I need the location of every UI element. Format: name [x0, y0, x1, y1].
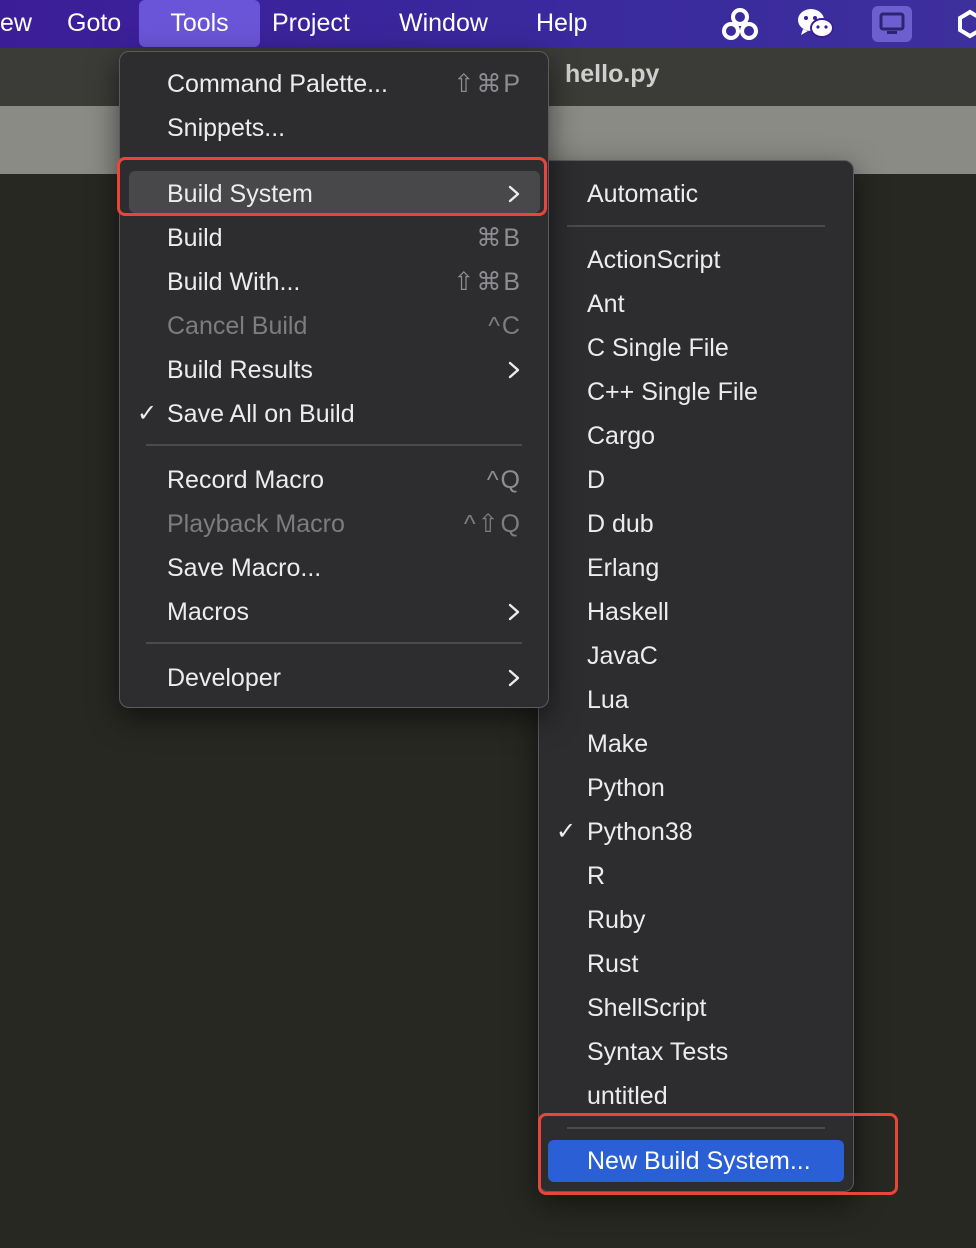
chevron-right-icon [508, 361, 520, 379]
menu-project[interactable]: Project [258, 0, 364, 47]
build-system-r[interactable]: R [539, 854, 853, 898]
build-system-actionscript[interactable]: ActionScript [539, 238, 853, 282]
menu-help[interactable]: Help [522, 0, 601, 47]
build-system-submenu: Automatic ActionScript Ant C Single File… [538, 160, 854, 1192]
playback-macro-item: Playback Macro ^⇧Q [167, 510, 522, 538]
checkmark-icon: ✓ [556, 818, 577, 845]
build-system-python[interactable]: Python [539, 766, 853, 810]
build-with-item[interactable]: Build With... ⇧⌘B [120, 260, 548, 304]
menu-separator [567, 225, 825, 227]
menu-goto[interactable]: Goto [53, 0, 135, 47]
macros-item[interactable]: Macros [120, 590, 548, 634]
menu-view[interactable]: ew [0, 0, 46, 47]
build-system-rust[interactable]: Rust [539, 942, 853, 986]
record-macro-item[interactable]: Record Macro ^Q [120, 458, 548, 502]
build-system-ant[interactable]: Ant [539, 282, 853, 326]
screen-share-icon[interactable] [872, 6, 912, 42]
checkmark-icon: ✓ [137, 400, 158, 427]
build-system-erlang[interactable]: Erlang [539, 546, 853, 590]
snippets-item[interactable]: Snippets... [120, 106, 548, 150]
app-icon[interactable] [958, 6, 976, 42]
command-palette-item[interactable]: Command Palette... ⇧⌘P [120, 62, 548, 106]
build-system-javac[interactable]: JavaC [539, 634, 853, 678]
build-system-automatic[interactable]: Automatic [539, 172, 853, 216]
save-all-on-build-item[interactable]: ✓ Save All on Build [120, 392, 548, 436]
build-item[interactable]: Build ⌘B [120, 216, 548, 260]
developer-item[interactable]: Developer [120, 656, 548, 700]
build-system-make[interactable]: Make [539, 722, 853, 766]
build-system-untitled[interactable]: untitled [539, 1074, 853, 1118]
chevron-right-icon [508, 603, 520, 621]
menu-window[interactable]: Window [385, 0, 502, 47]
build-system-lua[interactable]: Lua [539, 678, 853, 722]
save-macro-item[interactable]: Save Macro... [120, 546, 548, 590]
menu-separator [146, 642, 522, 644]
build-system-haskell[interactable]: Haskell [539, 590, 853, 634]
build-system-cpp-single-file[interactable]: C++ Single File [539, 370, 853, 414]
screen: ew Goto Tools Project Window Help hello.… [0, 0, 976, 1248]
build-system-d[interactable]: D [539, 458, 853, 502]
menu-tools[interactable]: Tools [139, 0, 260, 47]
tools-menu: Command Palette... ⇧⌘P Snippets... Build… [119, 51, 549, 708]
build-system-syntax-tests[interactable]: Syntax Tests [539, 1030, 853, 1074]
build-system-python38[interactable]: ✓ Python38 [539, 810, 853, 854]
annotation-box-build-system [117, 157, 547, 216]
build-system-cargo[interactable]: Cargo [539, 414, 853, 458]
build-system-ruby[interactable]: Ruby [539, 898, 853, 942]
wechat-icon[interactable] [795, 6, 835, 42]
build-system-shellscript[interactable]: ShellScript [539, 986, 853, 1030]
menu-separator [146, 444, 522, 446]
menu-bar: ew Goto Tools Project Window Help [0, 0, 976, 48]
chevron-right-icon [508, 669, 520, 687]
cancel-build-item: Cancel Build ^C [167, 312, 522, 340]
annotation-box-new-build-system [538, 1113, 898, 1195]
tab-title: hello.py [565, 60, 660, 88]
build-system-c-single-file[interactable]: C Single File [539, 326, 853, 370]
build-system-d-dub[interactable]: D dub [539, 502, 853, 546]
build-results-item[interactable]: Build Results [120, 348, 548, 392]
baidu-netdisk-icon[interactable] [720, 6, 760, 42]
